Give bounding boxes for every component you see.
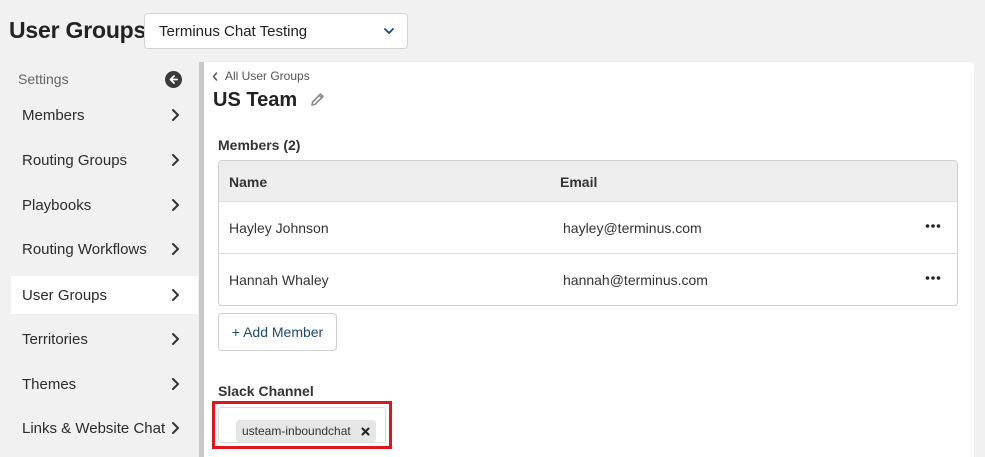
sidebar-item-label: Playbooks bbox=[22, 196, 92, 214]
workspace-select-value: Terminus Chat Testing bbox=[159, 22, 308, 40]
sidebar-item-themes[interactable]: Themes bbox=[11, 365, 198, 403]
chevron-right-icon bbox=[172, 154, 179, 166]
table-header: Name Email bbox=[219, 161, 957, 202]
chevron-right-icon bbox=[172, 422, 179, 434]
sidebar-item-label: Territories bbox=[22, 330, 88, 348]
page-title: User Groups bbox=[9, 17, 147, 43]
table-row: Hannah Whaley hannah@terminus.com bbox=[219, 254, 957, 305]
arrow-left-icon bbox=[169, 75, 178, 84]
column-header-name: Name bbox=[229, 174, 268, 190]
sidebar-item-playbooks[interactable]: Playbooks bbox=[11, 186, 198, 224]
row-actions-menu-button[interactable] bbox=[923, 218, 943, 234]
group-name-heading: US Team bbox=[213, 89, 298, 111]
members-count-label: Members (2) bbox=[218, 137, 301, 153]
chevron-down-icon bbox=[384, 28, 394, 34]
sidebar-item-members[interactable]: Members bbox=[11, 96, 198, 134]
sidebar-item-label: Members bbox=[22, 106, 85, 124]
chevron-right-icon bbox=[172, 109, 179, 121]
sidebar-item-routing-groups[interactable]: Routing Groups bbox=[11, 141, 198, 179]
sidebar-item-routing-workflows[interactable]: Routing Workflows bbox=[11, 230, 198, 268]
chevron-right-icon bbox=[172, 333, 179, 345]
sidebar-item-territories[interactable]: Territories bbox=[11, 320, 198, 358]
column-header-email: Email bbox=[560, 174, 598, 190]
close-icon[interactable] bbox=[361, 427, 370, 436]
collapse-sidebar-button[interactable] bbox=[165, 71, 182, 88]
slack-channel-input[interactable]: usteam-inboundchat bbox=[218, 407, 386, 443]
sidebar-item-links-website-chat[interactable]: Links & Website Chat bbox=[11, 409, 198, 447]
sidebar-item-user-groups[interactable]: User Groups bbox=[11, 276, 198, 314]
sidebar-item-label: Links & Website Chat bbox=[22, 419, 166, 437]
sidebar-header: Settings bbox=[18, 71, 69, 87]
chevron-right-icon bbox=[172, 243, 179, 255]
back-link-label: All User Groups bbox=[225, 69, 310, 83]
more-horizontal-icon bbox=[925, 224, 941, 228]
slack-channel-highlight: usteam-inboundchat bbox=[212, 401, 392, 449]
group-detail-panel: All User Groups US Team Members (2) Name… bbox=[204, 62, 974, 457]
chevron-right-icon bbox=[172, 378, 179, 390]
chevron-right-icon bbox=[172, 199, 179, 211]
sidebar-item-label: Themes bbox=[22, 375, 77, 393]
member-name: Hayley Johnson bbox=[229, 220, 329, 236]
member-email: hayley@terminus.com bbox=[563, 220, 702, 236]
slack-channel-label: Slack Channel bbox=[218, 383, 314, 399]
settings-sidebar: Settings Members Routing Groups Playbook… bbox=[0, 62, 200, 457]
add-member-button[interactable]: + Add Member bbox=[218, 313, 337, 351]
chevron-right-icon bbox=[172, 289, 179, 301]
sidebar-item-label: Routing Workflows bbox=[22, 240, 147, 258]
sidebar-item-label: User Groups bbox=[22, 286, 108, 304]
slack-channel-chip: usteam-inboundchat bbox=[236, 420, 376, 442]
table-row: Hayley Johnson hayley@terminus.com bbox=[219, 202, 957, 254]
sidebar-item-label: Routing Groups bbox=[22, 151, 128, 169]
back-to-all-user-groups-link[interactable]: All User Groups bbox=[212, 69, 310, 83]
slack-channel-chip-label: usteam-inboundchat bbox=[242, 424, 351, 438]
member-name: Hannah Whaley bbox=[229, 272, 329, 288]
members-table: Name Email Hayley Johnson hayley@terminu… bbox=[218, 160, 958, 306]
chevron-left-icon bbox=[212, 71, 218, 81]
member-email: hannah@terminus.com bbox=[563, 272, 708, 288]
row-actions-menu-button[interactable] bbox=[923, 270, 943, 286]
pencil-icon[interactable] bbox=[309, 91, 326, 108]
more-horizontal-icon bbox=[925, 276, 941, 280]
workspace-select[interactable]: Terminus Chat Testing bbox=[144, 13, 408, 49]
